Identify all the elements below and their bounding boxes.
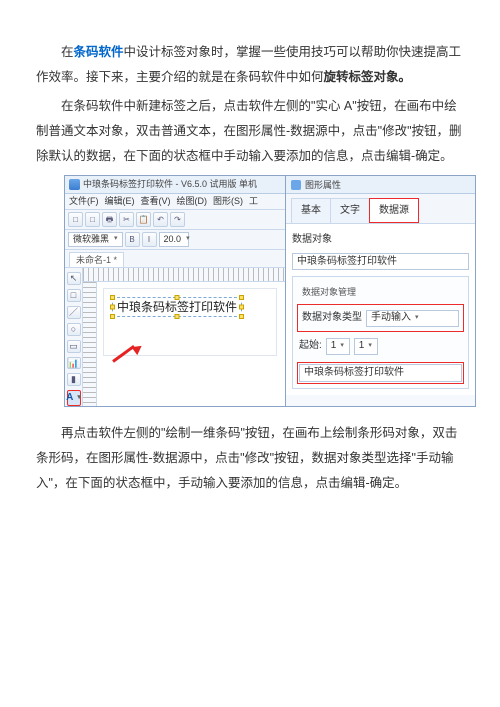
menu-view[interactable]: 查看(V): [141, 196, 171, 207]
menu-draw[interactable]: 绘图(D): [177, 196, 208, 207]
intro-paragraph: 在条码软件中设计标签对象时，掌握一些使用技巧可以帮助你快速提高工作效率。接下来，…: [36, 40, 464, 90]
italic-icon[interactable]: I: [142, 232, 157, 247]
titlebar: 中琅条码标签打印软件 - V6.5.0 试用版 单机: [65, 176, 285, 194]
manager-title: 数据对象管理: [299, 283, 359, 301]
menu-edit[interactable]: 编辑(E): [105, 196, 135, 207]
print-icon[interactable]: 🖶: [102, 212, 117, 227]
data-object-manager: 数据对象管理 数据对象类型 手动输入 起始: 1 1 中琅条码标签打印软件: [292, 276, 469, 389]
line-tool-icon[interactable]: ／: [67, 306, 81, 319]
side-toolbar: ↖ □ ／ ○ ▭ 📊 ▮ A: [65, 268, 83, 406]
text-tool-a-icon[interactable]: A: [67, 390, 81, 406]
font-family-select[interactable]: 微软雅黑: [68, 232, 123, 247]
data-object-value[interactable]: 中琅条码标签打印软件: [292, 253, 469, 270]
property-tabs: 基本 文字 数据源: [286, 194, 475, 224]
properties-icon: [291, 180, 301, 190]
bold-icon[interactable]: B: [125, 232, 140, 247]
menu-shape[interactable]: 图形(S): [213, 196, 243, 207]
cut-icon[interactable]: ✂: [119, 212, 134, 227]
data-object-label: 数据对象: [292, 230, 469, 250]
app-logo-icon: [69, 179, 80, 190]
properties-titlebar: 图形属性: [286, 176, 475, 194]
font-size-select[interactable]: 20.0: [159, 232, 189, 247]
handle-tl[interactable]: [110, 295, 115, 300]
pointer-tool-icon[interactable]: ↖: [67, 272, 81, 285]
handle-tr[interactable]: [239, 295, 244, 300]
ruler-vertical: [83, 282, 97, 406]
manual-input-field[interactable]: 中琅条码标签打印软件: [299, 364, 462, 382]
stage: ↖ □ ／ ○ ▭ 📊 ▮ A 中琅条码标签打印软件: [65, 268, 285, 406]
new-icon[interactable]: □: [68, 212, 83, 227]
properties-panel: 图形属性 基本 文字 数据源 数据对象 中琅条码标签打印软件 数据对象管理 数据…: [286, 175, 476, 407]
qrcode-tool-icon[interactable]: ▮: [67, 373, 81, 386]
canvas[interactable]: 中琅条码标签打印软件: [83, 268, 285, 406]
start-row: 起始: 1 1: [299, 336, 462, 356]
tab-text[interactable]: 文字: [330, 198, 370, 223]
step-paragraph-2: 再点击软件左侧的"绘制一维条码"按钮，在画布上绘制条形码对象，双击条形码，在图形…: [36, 421, 464, 496]
handle-l[interactable]: [110, 305, 115, 310]
document-tabs: 未命名-1 *: [65, 250, 285, 268]
handle-t[interactable]: [175, 295, 180, 300]
open-icon[interactable]: □: [85, 212, 100, 227]
paste-icon[interactable]: 📋: [136, 212, 151, 227]
handle-b[interactable]: [175, 314, 180, 319]
start-spinner[interactable]: 1: [326, 338, 350, 355]
type-row: 数据对象类型 手动输入: [299, 306, 462, 330]
ellipse-tool-icon[interactable]: ○: [67, 323, 81, 336]
main-toolbar: □ □ 🖶 ✂ 📋 ↶ ↷: [65, 210, 285, 230]
barcode-app-window: 中琅条码标签打印软件 - V6.5.0 试用版 单机 文件(F) 编辑(E) 查…: [64, 175, 286, 407]
text: 在: [61, 45, 74, 59]
rect-tool-icon[interactable]: □: [67, 289, 81, 302]
text-object[interactable]: 中琅条码标签打印软件: [112, 297, 242, 317]
redo-icon[interactable]: ↷: [170, 212, 185, 227]
shape-tool-icon[interactable]: ▭: [67, 340, 81, 353]
window-title: 中琅条码标签打印软件 - V6.5.0 试用版 单机: [83, 179, 257, 190]
handle-bl[interactable]: [110, 314, 115, 319]
screenshot: 中琅条码标签打印软件 - V6.5.0 试用版 单机 文件(F) 编辑(E) 查…: [64, 175, 476, 407]
type-select[interactable]: 手动输入: [366, 310, 459, 327]
annotation-arrow-icon: [113, 360, 143, 390]
tab-basic[interactable]: 基本: [291, 198, 331, 223]
barcode-tool-icon[interactable]: 📊: [67, 357, 81, 370]
file-tab[interactable]: 未命名-1 *: [69, 252, 124, 267]
properties-body: 数据对象 中琅条码标签打印软件 数据对象管理 数据对象类型 手动输入 起始: 1…: [286, 224, 475, 395]
tab-datasource[interactable]: 数据源: [369, 198, 419, 223]
rotate-bold: 旋转标签对象。: [324, 70, 412, 84]
type-label: 数据对象类型: [302, 308, 362, 328]
step-paragraph: 在条码软件中新建标签之后，点击软件左侧的"实心 A"按钮，在画布中绘制普通文本对…: [36, 94, 464, 169]
properties-title: 图形属性: [305, 176, 341, 194]
barcode-software-link[interactable]: 条码软件: [74, 45, 124, 59]
undo-icon[interactable]: ↶: [153, 212, 168, 227]
handle-r[interactable]: [239, 305, 244, 310]
handle-br[interactable]: [239, 314, 244, 319]
start-spinner-2[interactable]: 1: [354, 338, 378, 355]
ruler-horizontal: [83, 268, 285, 282]
start-label: 起始:: [299, 336, 322, 356]
menubar[interactable]: 文件(F) 编辑(E) 查看(V) 绘图(D) 图形(S) 工: [65, 194, 285, 210]
menu-file[interactable]: 文件(F): [69, 196, 99, 207]
menu-more[interactable]: 工: [249, 196, 258, 207]
label-page[interactable]: 中琅条码标签打印软件: [103, 288, 277, 356]
font-toolbar: 微软雅黑 B I 20.0: [65, 230, 285, 250]
text-object-content: 中琅条码标签打印软件: [117, 300, 237, 314]
